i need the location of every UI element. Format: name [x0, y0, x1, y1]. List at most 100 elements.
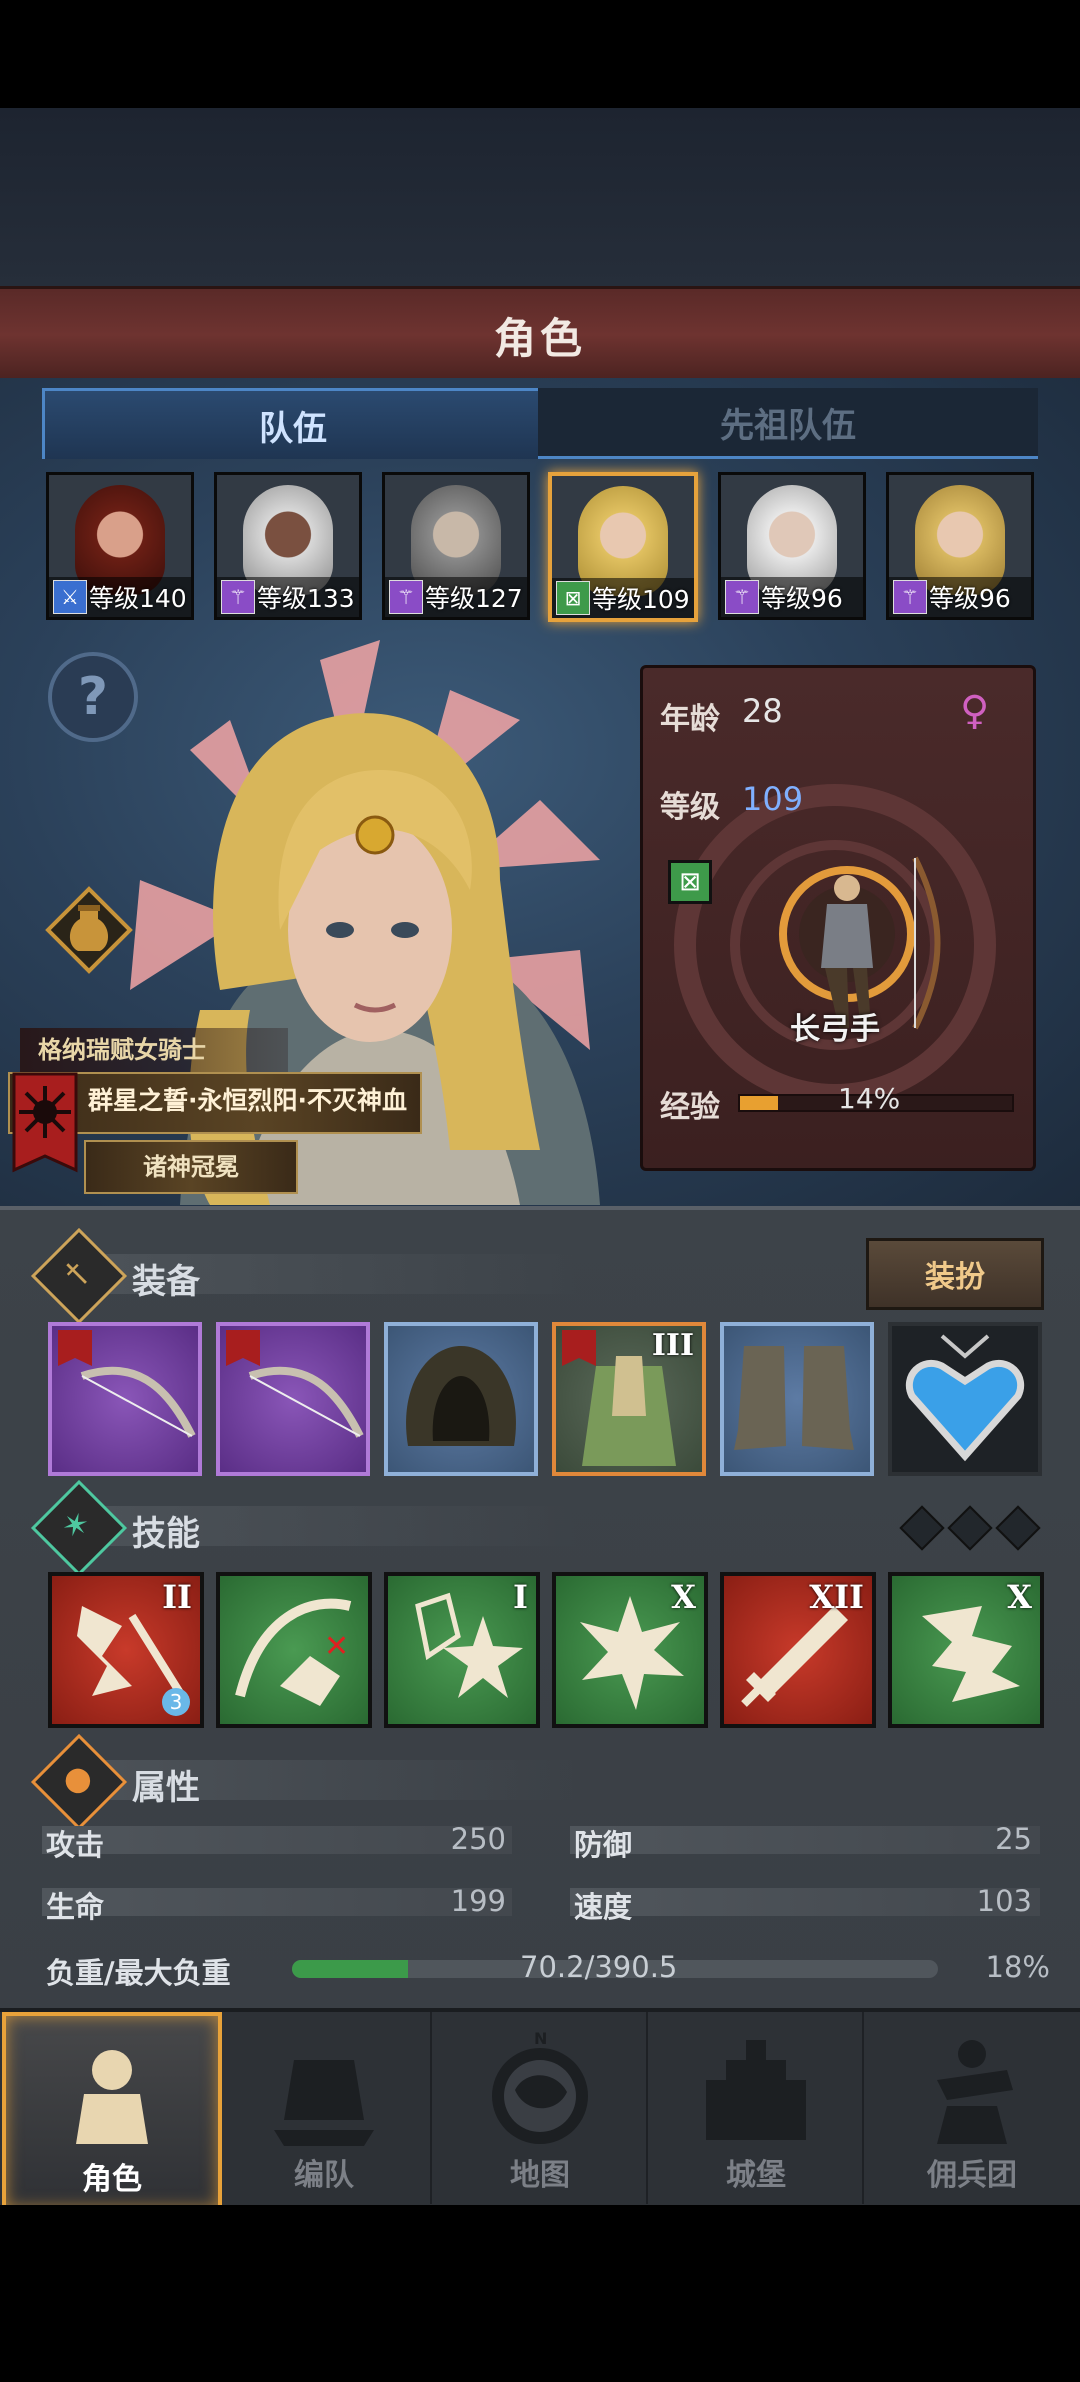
- hero-level: 等级109: [592, 585, 690, 614]
- attack-label: 攻击: [46, 1828, 105, 1862]
- defense-value: 25: [995, 1822, 1032, 1856]
- question-icon: ?: [77, 667, 109, 727]
- nav-formation[interactable]: 编队: [218, 2012, 432, 2204]
- nav-label: 角色: [82, 2162, 142, 2197]
- equipment-title: 装备: [132, 1262, 200, 1302]
- sun-flag-icon: [12, 1072, 78, 1173]
- class-name: 长弓手: [790, 1012, 880, 1047]
- skill-slot-5[interactable]: XII: [720, 1572, 876, 1728]
- hero-level: 等级133: [257, 584, 355, 613]
- skill-rank: X: [671, 1578, 696, 1616]
- skill-slot-2[interactable]: ✕: [216, 1572, 372, 1728]
- hero-level: 等级127: [425, 584, 523, 613]
- character-title: 格纳瑞赋女骑士: [20, 1028, 288, 1072]
- hood-icon: [406, 1346, 516, 1446]
- equip-slot-weapon-1[interactable]: [48, 1322, 202, 1476]
- compass-icon: N: [492, 2030, 588, 2144]
- load-percent: 18%: [985, 1950, 1050, 1984]
- potion-button[interactable]: [44, 885, 134, 975]
- staff-icon: ⚚: [389, 580, 423, 614]
- castle-icon: [706, 2040, 806, 2140]
- exp-bar-fill: [740, 1096, 779, 1110]
- hero-slot-6[interactable]: ⚚ 等级96: [886, 472, 1034, 620]
- staff-icon: ⚚: [893, 580, 927, 614]
- nav-castle[interactable]: 城堡: [650, 2012, 864, 2204]
- load-label: 负重/最大负重: [46, 1956, 231, 1990]
- status-bar-area: [0, 0, 1080, 108]
- longbow-icon: [226, 1330, 364, 1438]
- hp-value: 199: [450, 1884, 506, 1918]
- skill-slot-4[interactable]: X: [552, 1572, 708, 1728]
- svg-text:✕: ✕: [324, 1629, 349, 1664]
- nav-label: 城堡: [726, 2158, 786, 2193]
- skill-rank: XII: [809, 1578, 864, 1616]
- speed-label: 速度: [574, 1890, 633, 1924]
- nav-label: 佣兵团: [927, 2158, 1017, 2193]
- skill-rank: II: [162, 1578, 192, 1616]
- equip-slot-armor[interactable]: III: [552, 1322, 706, 1476]
- page-title: 角色: [493, 313, 586, 363]
- helmet-icon: [274, 2060, 374, 2146]
- skills-title: 技能: [132, 1514, 200, 1554]
- bow-class-icon: ⊠: [668, 860, 712, 904]
- attributes-title: 属性: [132, 1768, 200, 1808]
- hero-level: 等级96: [929, 584, 1011, 613]
- hero-level: 等级140: [89, 584, 187, 613]
- background-top: [0, 108, 1080, 288]
- equip-slot-boots[interactable]: [720, 1322, 874, 1476]
- skill-slot-6[interactable]: X: [888, 1572, 1044, 1728]
- skill-rank: I: [513, 1578, 528, 1616]
- boots-icon: [734, 1346, 854, 1450]
- tab-team[interactable]: 队伍: [42, 388, 544, 459]
- longbow-icon: [58, 1330, 196, 1438]
- hero-level: 等级96: [761, 584, 843, 613]
- load-bar-fill: [292, 1960, 409, 1978]
- tab-ancestor-team[interactable]: 先祖队伍: [538, 388, 1038, 459]
- hero-slot-5[interactable]: ⚚ 等级96: [718, 472, 866, 620]
- skill-slot-3[interactable]: I: [384, 1572, 540, 1728]
- exp-label: 经验: [660, 1090, 720, 1125]
- knight-icon: [76, 2050, 148, 2144]
- hero-slot-1[interactable]: ⚔ 等级140: [46, 472, 194, 620]
- equip-rank: III: [651, 1328, 694, 1363]
- age-value: 28: [742, 692, 783, 730]
- sword-icon: ⚔: [53, 580, 87, 614]
- nav-character[interactable]: 角色: [2, 2012, 222, 2212]
- skill-slot-1[interactable]: II 3: [48, 1572, 204, 1728]
- equip-slot-helmet[interactable]: [384, 1322, 538, 1476]
- subtitle-banner[interactable]: 诸神冠冕: [84, 1140, 298, 1194]
- bow-icon: ⊠: [556, 581, 590, 615]
- age-label: 年龄: [660, 702, 720, 737]
- skill-badge: 3: [162, 1688, 190, 1716]
- system-nav-area: [0, 2205, 1080, 2382]
- svg-text:N: N: [534, 2030, 547, 2048]
- hero-slot-2[interactable]: ⚚ 等级133: [214, 472, 362, 620]
- exp-percent: 14%: [838, 1082, 901, 1115]
- help-button[interactable]: ?: [48, 652, 138, 742]
- potion-icon: [45, 886, 133, 974]
- nav-label: 编队: [294, 2158, 354, 2193]
- hero-slot-3[interactable]: ⚚ 等级127: [382, 472, 530, 620]
- level-value: 109: [742, 780, 804, 818]
- load-value: 70.2/390.5: [520, 1950, 678, 1984]
- hp-label: 生命: [46, 1890, 105, 1924]
- heart-amulet-icon: [905, 1334, 1025, 1462]
- nav-map[interactable]: N 地图: [434, 2012, 648, 2204]
- nav-mercenary[interactable]: 佣兵团: [866, 2012, 1078, 2204]
- equip-slot-weapon-2[interactable]: [216, 1322, 370, 1476]
- title-bar: 角色: [0, 286, 1080, 384]
- skill-rank: X: [1007, 1578, 1032, 1616]
- staff-icon: ⚚: [221, 580, 255, 614]
- female-icon: ♀: [960, 688, 990, 734]
- level-label: 等级: [660, 790, 720, 825]
- hero-slot-4-selected[interactable]: ⊠ 等级109: [548, 472, 698, 622]
- title-banner-text: 群星之誓·永恒烈阳·不灭神血: [88, 1086, 407, 1115]
- defense-label: 防御: [574, 1828, 633, 1862]
- staff-icon: ⚚: [725, 580, 759, 614]
- dress-up-button[interactable]: 装扮: [866, 1238, 1044, 1310]
- equip-slot-amulet[interactable]: [888, 1322, 1042, 1476]
- speed-value: 103: [976, 1884, 1032, 1918]
- nav-label: 地图: [510, 2158, 570, 2193]
- bow-strike-icon: ✕: [235, 1598, 352, 1706]
- mercenary-icon: [937, 2040, 1013, 2144]
